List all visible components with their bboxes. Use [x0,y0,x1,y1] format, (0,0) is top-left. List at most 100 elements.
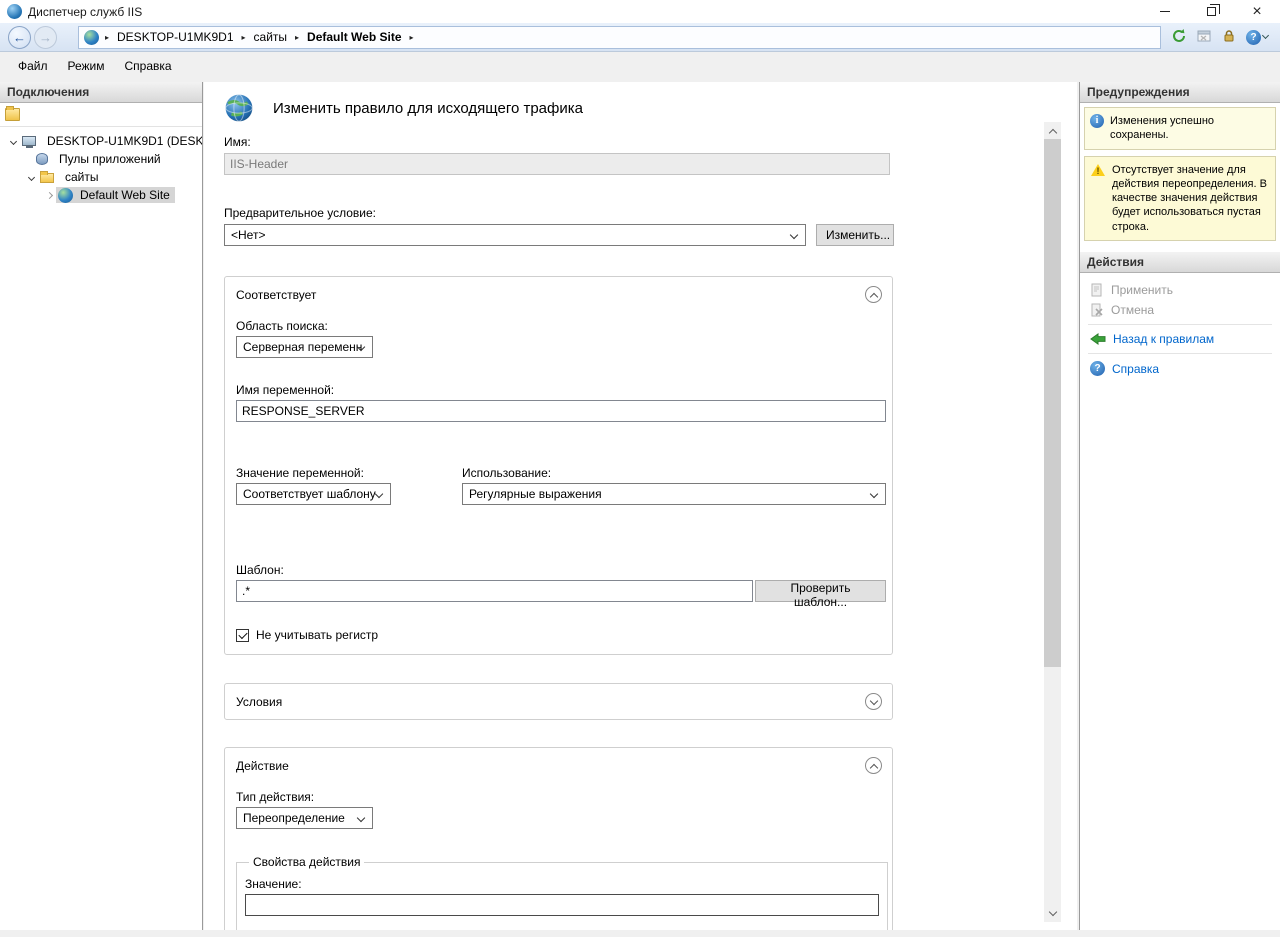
menu-view[interactable]: Режим [58,55,115,77]
breadcrumb-item-server[interactable]: DESKTOP-U1MK9D1 [115,30,235,44]
breadcrumb-chevron-icon[interactable]: ▸ [104,33,110,42]
address-bar: ← → ▸ DESKTOP-U1MK9D1 ▸ сайты ▸ Default … [0,23,1280,52]
scope-value: Серверная переменн [243,340,362,354]
action-type-value: Переопределение [243,811,345,825]
tree-item-default-web-site[interactable]: Default Web Site [0,186,202,204]
actions-separator [1088,353,1272,354]
back-to-rules-action[interactable]: Назад к правилам [1080,329,1280,349]
conditions-header: Условия [236,695,282,709]
conditions-header-row: Условия [236,693,887,710]
restore-icon [1207,7,1216,16]
breadcrumb-item-default-web-site[interactable]: Default Web Site [305,30,403,44]
variable-value-value: Соответствует шаблону [243,487,376,501]
window-title: Диспетчер служб IIS [28,5,142,19]
change-precondition-button[interactable]: Изменить... [816,224,894,246]
pattern-row: Проверить шаблон... [236,580,887,602]
variable-value-label: Значение переменной: [236,466,446,480]
tree-item-server[interactable]: DESKTOP-U1MK9D1 (DESKTOP [0,132,202,150]
iis-manager-window: Диспетчер служб IIS × ← → ▸ DESKTOP-U1MK… [0,0,1280,937]
expand-section-icon[interactable] [865,693,882,710]
help-icon: ? [1090,361,1105,376]
cancel-label: Отмена [1111,303,1154,317]
using-dropdown[interactable]: Регулярные выражения [462,483,886,505]
tree-item-app-pools[interactable]: Пулы приложений [0,150,202,168]
scope-dropdown[interactable]: Серверная переменн [236,336,373,358]
collapse-chevron-icon[interactable] [6,139,20,144]
collapse-section-icon[interactable] [865,286,882,303]
menu-help[interactable]: Справка [115,55,182,77]
connections-tree: DESKTOP-U1MK9D1 (DESKTOP Пулы приложений… [0,127,202,204]
create-connection-icon[interactable] [5,108,20,121]
page-header: Изменить правило для исходящего трафика [224,90,1077,126]
breadcrumb-chevron-icon[interactable]: ▸ [294,33,300,42]
info-alert: Изменения успешно сохранены. [1084,107,1276,150]
minimize-button[interactable] [1142,0,1188,23]
cancel-action: Отмена [1080,300,1280,320]
back-button[interactable]: ← [8,26,31,49]
breadcrumb-chevron-icon[interactable]: ▸ [241,33,247,42]
match-header: Соответствует [236,288,316,302]
stop-icon [1196,28,1212,47]
precondition-row: <Нет> Изменить... [224,224,1077,246]
precondition-dropdown[interactable]: <Нет> [224,224,806,246]
match-groupbox: Соответствует Область поиска: Серверная … [224,276,893,655]
close-button[interactable]: × [1234,0,1280,23]
name-label: Имя: [224,135,1077,149]
tree-item-sites[interactable]: сайты [0,168,202,186]
precondition-label: Предварительное условие: [224,206,1077,220]
match-columns: Значение переменной: Соответствует шабло… [236,466,887,505]
restore-button[interactable] [1188,0,1234,23]
action-groupbox: Действие Тип действия: Переопределение С… [224,747,893,930]
menu-file[interactable]: Файл [8,55,58,77]
sites-folder-icon [40,173,54,183]
pattern-input[interactable] [236,580,753,602]
back-to-rules-label: Назад к правилам [1113,332,1214,346]
test-pattern-button[interactable]: Проверить шаблон... [755,580,886,602]
right-panel: Предупреждения Изменения успешно сохране… [1079,82,1280,930]
action-header-row: Действие [236,757,887,774]
ignore-case-row: Не учитывать регистр [236,628,887,642]
globe-icon [84,30,99,45]
warning-icon [1090,163,1106,177]
breadcrumb-chevron-icon[interactable]: ▸ [409,33,415,42]
chevron-down-icon [1048,907,1056,915]
outbound-rule-globe-icon [224,93,254,123]
tree-item-default-web-site-label: Default Web Site [77,187,173,203]
back-arrow-icon [1090,333,1106,345]
connections-header: Подключения [0,82,202,103]
scroll-down-button[interactable] [1044,905,1061,922]
using-label: Использование: [462,466,887,480]
ignore-case-label: Не учитывать регистр [256,628,378,642]
precondition-value: <Нет> [231,228,265,242]
alerts-header: Предупреждения [1080,82,1280,103]
apply-icon [1090,283,1104,297]
collapse-chevron-icon[interactable] [24,175,38,180]
action-type-dropdown[interactable]: Переопределение [236,807,373,829]
titlebar: Диспетчер служб IIS × [0,0,1280,23]
scrollbar-thumb[interactable] [1044,139,1061,667]
scroll-up-button[interactable] [1044,122,1061,139]
action-type-label: Тип действия: [236,790,887,804]
collapse-section-icon[interactable] [865,757,882,774]
action-value-input[interactable] [245,894,879,916]
tree-item-app-pools-label: Пулы приложений [56,151,164,167]
apply-label: Применить [1111,283,1173,297]
breadcrumb-item-sites[interactable]: сайты [252,30,290,44]
variable-value-dropdown[interactable]: Соответствует шаблону [236,483,391,505]
vertical-scrollbar[interactable] [1044,122,1061,922]
tree-item-server-label: DESKTOP-U1MK9D1 (DESKTOP [44,133,202,149]
match-header-row: Соответствует [236,286,887,303]
variable-name-label: Имя переменной: [236,383,887,397]
breadcrumb: ▸ DESKTOP-U1MK9D1 ▸ сайты ▸ Default Web … [78,26,1161,49]
feature-content: Изменить правило для исходящего трафика … [204,82,1077,930]
help-icon[interactable]: ? [1246,29,1268,45]
variable-name-input[interactable] [236,400,886,422]
actions-header: Действия [1080,252,1280,273]
expand-chevron-icon[interactable] [42,193,56,198]
help-action[interactable]: ? Справка [1080,358,1280,379]
pattern-label: Шаблон: [236,563,887,577]
ignore-case-checkbox[interactable] [236,629,249,642]
refresh-icon[interactable] [1171,28,1187,47]
lock-icon[interactable] [1221,28,1237,47]
connections-toolbar [0,103,202,127]
